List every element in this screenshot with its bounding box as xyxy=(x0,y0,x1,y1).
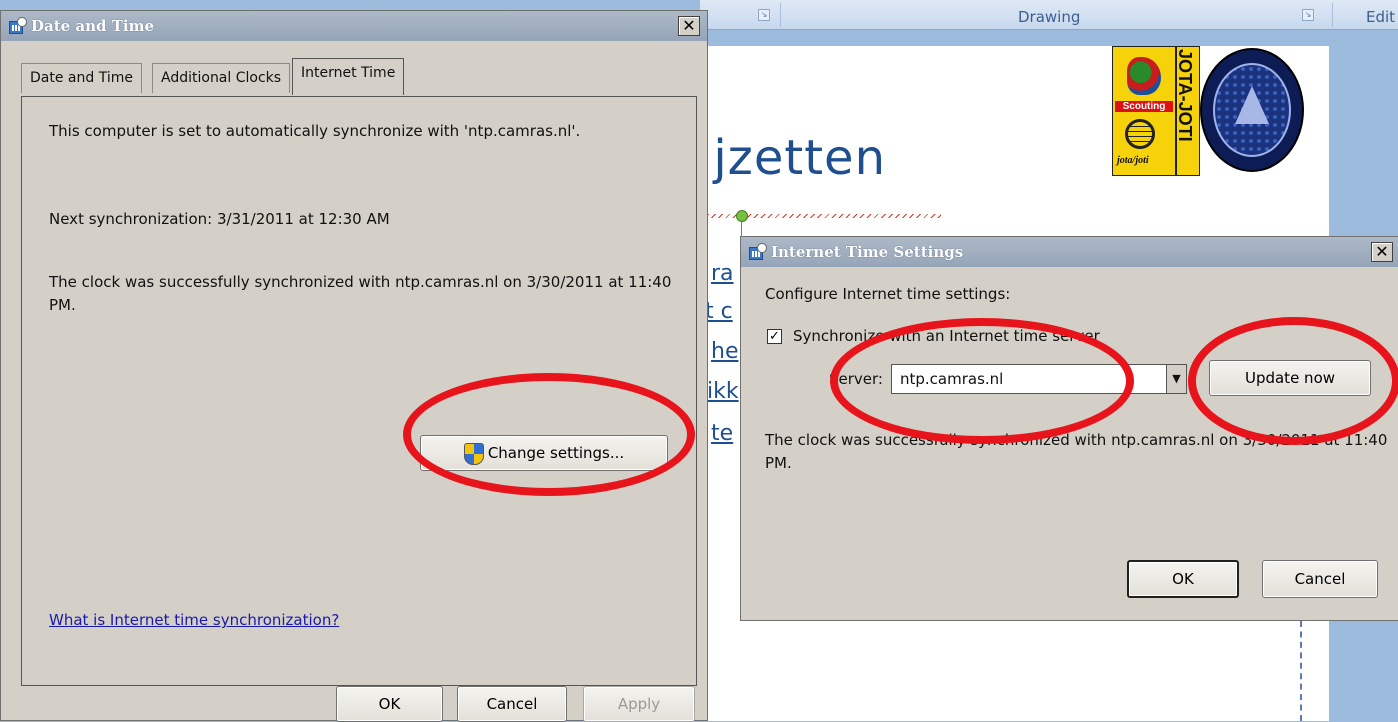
dialog-launcher-icon[interactable]: ↘ xyxy=(758,9,770,21)
document-link[interactable]: ra xyxy=(711,261,734,286)
cancel-button[interactable]: Cancel xyxy=(457,686,567,722)
telescope-mount-icon xyxy=(1235,86,1269,124)
auto-sync-text: This computer is set to automatically sy… xyxy=(49,122,581,140)
dialog-titlebar[interactable]: Date and Time ✕ xyxy=(1,11,707,41)
highlight-ellipse-server xyxy=(830,318,1134,444)
document-link[interactable]: te xyxy=(711,421,733,446)
text-boundary-line xyxy=(1300,621,1302,721)
date-time-dialog: Date and Time ✕ Date and Time Additional… xyxy=(0,10,708,722)
tab-additional-clocks[interactable]: Additional Clocks xyxy=(152,63,291,93)
tab-date-and-time[interactable]: Date and Time xyxy=(21,63,142,93)
jota-joti-logo: JOTA-JOTI xyxy=(1176,46,1200,176)
document-heading: ijzetten xyxy=(699,130,886,186)
dialog-titlebar[interactable]: Internet Time Settings ✕ xyxy=(741,237,1398,267)
document-link[interactable]: he xyxy=(711,339,738,364)
help-link[interactable]: What is Internet time synchronization? xyxy=(49,609,339,632)
sync-checkbox[interactable]: ✓ xyxy=(767,329,782,344)
ok-button[interactable]: OK xyxy=(1127,560,1239,598)
scouting-logo: Scouting jota/joti xyxy=(1112,46,1176,176)
close-button[interactable]: ✕ xyxy=(678,16,700,36)
highlight-ellipse-change-settings xyxy=(403,373,695,496)
date-time-app-icon xyxy=(9,17,27,35)
document-link[interactable]: t c xyxy=(705,299,733,324)
scouting-emblem-icon xyxy=(1127,57,1161,95)
ribbon-separator xyxy=(1332,3,1333,27)
dialog-launcher-icon[interactable]: ↘ xyxy=(1302,9,1314,21)
highlight-ellipse-update-now xyxy=(1188,317,1398,445)
word-ribbon: ↘ Drawing ↘ Edit xyxy=(700,0,1398,30)
scouting-logo-label: Scouting xyxy=(1115,101,1173,112)
dialog-title: Date and Time xyxy=(31,17,155,35)
ok-button[interactable]: OK xyxy=(336,686,443,722)
configure-label: Configure Internet time settings: xyxy=(765,285,1011,303)
ribbon-separator xyxy=(780,3,781,27)
ribbon-group-drawing[interactable]: Drawing xyxy=(1018,8,1080,26)
camras-logo xyxy=(1198,46,1308,176)
jota-logo-text: jota/joti xyxy=(1117,155,1149,166)
globe-icon xyxy=(1125,119,1155,149)
jota-joti-text: JOTA-JOTI xyxy=(1176,49,1195,142)
last-sync-text: The clock was successfully synchronized … xyxy=(49,273,672,314)
next-sync-text: Next synchronization: 3/31/2011 at 12:30… xyxy=(49,210,390,228)
date-time-app-icon xyxy=(749,243,767,261)
document-link[interactable]: ikk xyxy=(707,379,739,404)
ribbon-group-edit[interactable]: Edit xyxy=(1366,8,1395,26)
apply-button[interactable]: Apply xyxy=(583,686,695,722)
chevron-down-icon[interactable]: ▼ xyxy=(1166,365,1186,393)
cancel-button[interactable]: Cancel xyxy=(1262,560,1378,598)
tab-internet-time[interactable]: Internet Time xyxy=(292,58,405,95)
rotate-handle-icon[interactable] xyxy=(736,210,748,222)
close-button[interactable]: ✕ xyxy=(1371,242,1393,262)
dialog-title: Internet Time Settings xyxy=(771,243,964,261)
